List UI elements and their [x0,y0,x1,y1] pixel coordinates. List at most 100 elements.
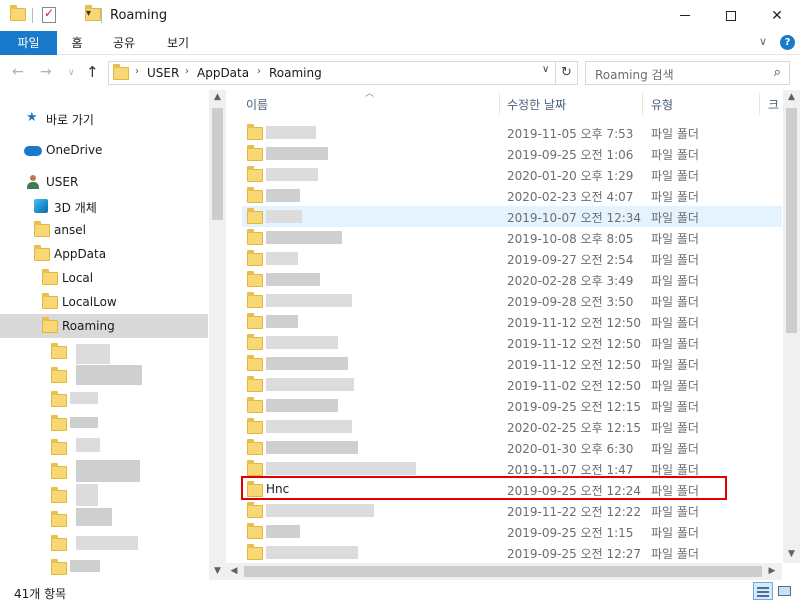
nav-item-quick-access[interactable]: ★ 바로 가기 [0,106,208,130]
refresh-icon: ↻ [561,65,572,80]
close-button[interactable]: ✕ [754,0,800,31]
details-view-button[interactable] [753,582,773,600]
column-separator[interactable] [759,93,760,115]
folder-icon [34,221,50,237]
column-header-size[interactable]: 크 [768,96,779,120]
minimize-button[interactable] [662,0,708,31]
file-list-scrollbar[interactable]: ▲ ▼ [783,90,800,563]
column-separator[interactable] [499,93,500,115]
folder-icon [247,250,263,266]
nav-item-locallow[interactable]: LocalLow [0,290,208,314]
table-row[interactable]: 2020-02-28 오후 3:49 파일 폴더 [242,269,782,290]
address-bar[interactable]: › USER › AppData › Roaming [108,61,556,85]
breadcrumb-chevron-icon[interactable]: › [257,66,261,77]
scroll-right-icon[interactable]: ▶ [766,566,778,576]
scrollbar-thumb[interactable] [786,108,797,333]
nav-item-3d-objects[interactable]: 3D 개체 [0,194,208,218]
column-header-name[interactable]: 이름 [246,96,268,120]
folder-icon [51,511,67,527]
table-row[interactable]: 2019-11-12 오전 12:50 파일 폴더 [242,353,782,374]
nav-item-local[interactable]: Local [0,266,208,290]
folder-icon [247,439,263,455]
tab-share[interactable]: 공유 [104,31,144,55]
folder-icon [42,293,58,309]
scroll-left-icon[interactable]: ◀ [228,566,240,576]
blurred-name [266,126,316,139]
address-dropdown-icon[interactable]: ∨ [542,64,549,75]
large-icons-view-button[interactable] [776,583,794,599]
table-row[interactable]: 2020-02-25 오후 12:15 파일 폴더 [242,416,782,437]
breadcrumb-chevron-icon[interactable]: › [185,66,189,77]
scrollbar-thumb[interactable] [212,108,223,220]
table-row[interactable]: 2020-01-20 오후 1:29 파일 폴더 [242,164,782,185]
table-row[interactable]: 2019-09-28 오전 3:50 파일 폴더 [242,290,782,311]
table-row[interactable]: 2019-11-22 오전 12:22 파일 폴더 [242,500,782,521]
item-count: 41개 항목 [14,587,67,601]
folder-icon [113,64,129,80]
close-icon: ✕ [771,7,783,24]
folder-icon [51,367,67,383]
blurred-name [266,336,338,349]
scroll-down-icon[interactable]: ▼ [783,549,800,559]
column-header-type[interactable]: 유형 [651,96,673,120]
table-row[interactable]: 2020-02-23 오전 4:07 파일 폴더 [242,185,782,206]
breadcrumb-appdata[interactable]: AppData [197,66,249,80]
scroll-down-icon[interactable]: ▼ [209,566,226,576]
table-row[interactable]: 2019-11-12 오전 12:50 파일 폴더 [242,311,782,332]
help-icon[interactable]: ? [780,35,795,50]
nav-item-appdata[interactable]: AppData [0,242,208,266]
refresh-button[interactable]: ↻ [556,61,578,85]
breadcrumb-chevron-icon[interactable]: › [135,66,139,77]
table-row[interactable]: 2019-09-25 오전 1:06 파일 폴더 [242,143,782,164]
blurred-name [76,484,98,506]
forward-arrow-icon[interactable]: → [40,64,52,80]
file-type: 파일 폴더 [651,547,699,561]
search-input[interactable]: Roaming 검색 [595,66,674,83]
column-separator[interactable] [642,93,643,115]
back-arrow-icon[interactable]: ← [12,64,24,80]
file-type: 파일 폴더 [651,232,699,246]
table-row[interactable]: 2019-09-27 오전 2:54 파일 폴더 [242,248,782,269]
recent-locations-icon[interactable]: ∨ [68,68,75,78]
ribbon-expand-icon[interactable]: ∨ [759,35,767,48]
breadcrumb-user[interactable]: USER [147,66,179,80]
table-row[interactable]: 2019-09-25 오전 12:27 파일 폴더 [242,542,782,563]
table-row[interactable]: 2019-10-07 오전 12:34 파일 폴더 [242,206,782,227]
table-row[interactable]: 2019-10-08 오후 8:05 파일 폴더 [242,227,782,248]
nav-pane-scrollbar[interactable]: ▲ ▼ [209,90,226,580]
tab-home[interactable]: 홈 [62,31,92,55]
table-row[interactable]: 2019-11-05 오후 7:53 파일 폴더 [242,122,782,143]
title-separator [101,8,102,23]
blurred-name [70,417,98,428]
folder-icon [247,187,263,203]
nav-item-roaming[interactable]: Roaming [0,314,208,338]
table-row[interactable]: 2019-11-02 오전 12:50 파일 폴더 [242,374,782,395]
table-row[interactable]: 2019-09-25 오전 12:15 파일 폴더 [242,395,782,416]
tab-file[interactable]: 파일 [0,31,57,55]
maximize-button[interactable] [708,0,754,31]
nav-item-user[interactable]: USER [0,170,208,194]
nav-item-label: Roaming [62,319,115,333]
up-arrow-icon[interactable]: ↑ [86,63,99,81]
folder-icon [51,535,67,551]
search-icon[interactable]: ⌕ [774,65,781,80]
scroll-up-icon[interactable]: ▲ [783,92,800,102]
table-row[interactable]: 2019-09-25 오전 1:15 파일 폴더 [242,521,782,542]
folder-icon [42,269,58,285]
cube-icon [34,199,48,213]
nav-item-onedrive[interactable]: OneDrive [0,138,208,162]
tab-view[interactable]: 보기 [158,31,198,55]
search-box[interactable]: Roaming 검색 ⌕ [585,61,790,85]
quick-access-dropdown-icon[interactable]: ▾ [86,8,91,19]
scrollbar-thumb[interactable] [244,566,762,577]
breadcrumb-roaming[interactable]: Roaming [269,66,322,80]
table-row[interactable]: 2019-11-12 오전 12:50 파일 폴더 [242,332,782,353]
folder-icon [247,376,263,392]
table-row[interactable]: 2020-01-30 오후 6:30 파일 폴더 [242,437,782,458]
column-header-modified[interactable]: 수정한 날짜 [507,96,566,120]
scroll-up-icon[interactable]: ▲ [209,92,226,102]
file-type: 파일 폴더 [651,211,699,225]
nav-item-ansel[interactable]: ansel [0,218,208,242]
horizontal-scrollbar[interactable]: ◀ ▶ [226,563,782,580]
properties-icon[interactable] [42,6,56,23]
